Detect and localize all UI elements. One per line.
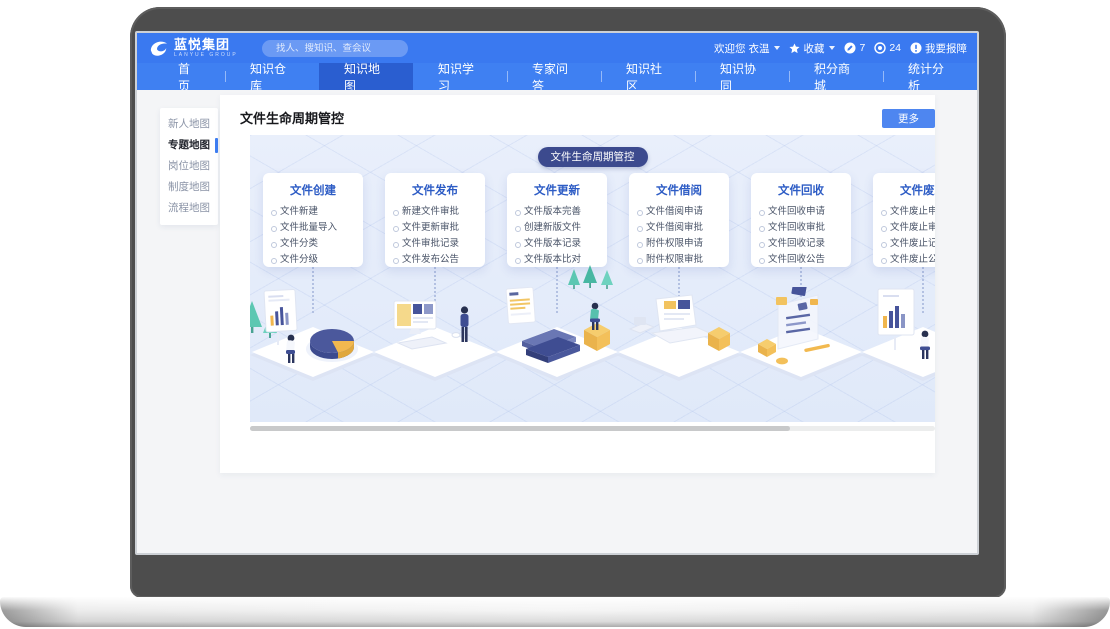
stage-card-link[interactable]: 文件更新审批 — [385, 220, 485, 236]
stage-card-link[interactable]: 文件借阅审批 — [629, 220, 729, 236]
nav-item-knowledge-community[interactable]: 知识社区 — [601, 63, 695, 90]
favorites-label: 收藏 — [803, 41, 824, 56]
nav-item-home[interactable]: 首页 — [153, 63, 225, 90]
views-counter[interactable]: 24 — [874, 42, 901, 54]
stage-card-title: 文件创建 — [263, 182, 363, 198]
pencil-circle-icon — [844, 42, 856, 54]
global-search — [262, 40, 408, 57]
stage-card-link[interactable]: 文件回收记录 — [751, 236, 851, 252]
stage-card-link[interactable]: 文件废止申请 — [873, 204, 935, 220]
stage-card-title: 文件发布 — [385, 182, 485, 198]
nav-item-knowledge-map[interactable]: 知识地图 — [319, 63, 413, 90]
lifecycle-diagram-panel: 文件生命周期管控 文件创建 文件新建 文件批量导入 文件分类 — [250, 135, 935, 422]
sidebar-item-newcomer-map[interactable]: 新人地图 — [160, 114, 218, 135]
laptop-mockup: 蓝悦集团 LANYUE GROUP 欢迎您 衣温 — [0, 0, 1110, 629]
nav-item-knowledge-learning[interactable]: 知识学习 — [413, 63, 507, 90]
stage-card-link[interactable]: 文件回收申请 — [751, 204, 851, 220]
report-issue[interactable]: 我要报障 — [910, 41, 967, 56]
logo: 蓝悦集团 LANYUE GROUP — [148, 38, 238, 59]
page-title: 文件生命周期管控 — [240, 108, 344, 127]
stage-card-link[interactable]: 创建新版文件 — [507, 220, 607, 236]
sidebar-item-process-map[interactable]: 流程地图 — [160, 198, 218, 219]
laptop-base — [0, 597, 1110, 627]
stage-card-link[interactable]: 文件分类 — [263, 236, 363, 252]
stage-card-publish: 文件发布 新建文件审批 文件更新审批 文件审批记录 文件发布公告 — [385, 173, 485, 267]
laptop-screen: 蓝悦集团 LANYUE GROUP 欢迎您 衣温 — [135, 31, 979, 555]
stage-card-title: 文件借阅 — [629, 182, 729, 198]
stage-card-title: 文件更新 — [507, 182, 607, 198]
chevron-down-icon — [774, 46, 780, 50]
app-header: 蓝悦集团 LANYUE GROUP 欢迎您 衣温 — [137, 33, 977, 63]
scrollbar-thumb[interactable] — [250, 426, 790, 431]
search-input[interactable] — [262, 43, 412, 54]
eye-icon — [874, 42, 886, 54]
views-count: 24 — [889, 42, 901, 54]
stage-card-update: 文件更新 文件版本完善 创建新版文件 文件版本记录 文件版本比对 — [507, 173, 607, 267]
stage-card-create: 文件创建 文件新建 文件批量导入 文件分类 文件分级 — [263, 173, 363, 267]
logo-subtitle: LANYUE GROUP — [174, 53, 238, 58]
nav-item-points-mall[interactable]: 积分商城 — [789, 63, 883, 90]
horizontal-scrollbar — [250, 426, 935, 431]
page-body: 新人地图 专题地图 岗位地图 制度地图 流程地图 文件生命周期管控 更多 文件生… — [137, 90, 977, 553]
drafts-counter[interactable]: 7 — [844, 42, 865, 54]
stage-card-link[interactable]: 文件版本完善 — [507, 204, 607, 220]
stage-card-title: 文件废止 — [873, 182, 935, 198]
stage-card-link[interactable]: 文件发布公告 — [385, 252, 485, 268]
illustration-file-borrow — [614, 287, 744, 387]
nav-item-statistics[interactable]: 统计分析 — [883, 63, 977, 90]
person-figure — [461, 306, 469, 342]
report-label: 我要报障 — [925, 41, 967, 56]
welcome-label: 欢迎您 — [714, 41, 746, 56]
map-type-sidebar: 新人地图 专题地图 岗位地图 制度地图 流程地图 — [160, 108, 218, 225]
drafts-count: 7 — [859, 42, 865, 54]
sidebar-item-topic-map[interactable]: 专题地图 — [160, 135, 218, 156]
illustration-file-update — [492, 287, 622, 387]
star-icon — [789, 43, 800, 54]
stage-card-title: 文件回收 — [751, 182, 851, 198]
stage-card-link[interactable]: 文件分级 — [263, 252, 363, 268]
logo-name: 蓝悦集团 — [174, 38, 238, 51]
illustration-file-publish — [370, 287, 500, 387]
nav-item-expert-qa[interactable]: 专家问答 — [507, 63, 601, 90]
nav-item-knowledge-warehouse[interactable]: 知识仓库 — [225, 63, 319, 90]
stage-card-link[interactable]: 文件回收公告 — [751, 252, 851, 268]
stage-card-link[interactable]: 文件版本记录 — [507, 236, 607, 252]
sidebar-item-policy-map[interactable]: 制度地图 — [160, 177, 218, 198]
more-button[interactable]: 更多 — [882, 109, 935, 128]
stage-card-borrow: 文件借阅 文件借阅申请 文件借阅审批 附件权限申请 附件权限审批 — [629, 173, 729, 267]
illustration-file-recycle — [736, 287, 866, 387]
stage-card-link[interactable]: 附件权限申请 — [629, 236, 729, 252]
nav-item-knowledge-collaboration[interactable]: 知识协同 — [695, 63, 789, 90]
stage-card-link[interactable]: 文件废止审批 — [873, 220, 935, 236]
logo-swirl-icon — [148, 38, 169, 59]
stage-card-link[interactable]: 文件批量导入 — [263, 220, 363, 236]
username: 衣温 — [748, 41, 769, 56]
chevron-down-icon — [829, 46, 835, 50]
stage-card-link[interactable]: 文件回收审批 — [751, 220, 851, 236]
stage-card-link[interactable]: 附件权限审批 — [629, 252, 729, 268]
illustration-file-create — [250, 287, 378, 387]
stage-card-abolish: 文件废止 文件废止申请 文件废止审批 文件废止记录 文件废止公告 — [873, 173, 935, 267]
stage-card-link[interactable]: 文件借阅申请 — [629, 204, 729, 220]
illustration-file-abolish — [858, 287, 935, 387]
diagram-badge: 文件生命周期管控 — [538, 147, 648, 167]
sidebar-item-position-map[interactable]: 岗位地图 — [160, 156, 218, 177]
stage-card-link[interactable]: 新建文件审批 — [385, 204, 485, 220]
header-user-area: 欢迎您 衣温 收藏 7 — [714, 33, 967, 63]
stage-card-link[interactable]: 文件审批记录 — [385, 236, 485, 252]
favorites-menu[interactable]: 收藏 — [789, 41, 835, 56]
user-menu[interactable]: 欢迎您 衣温 — [714, 41, 781, 56]
main-nav: 首页 知识仓库 知识地图 知识学习 专家问答 知识社区 知识协同 积分商城 统计… — [137, 63, 977, 90]
stage-card-link[interactable]: 文件废止公告 — [873, 252, 935, 268]
stage-card-link[interactable]: 文件废止记录 — [873, 236, 935, 252]
stage-card-recycle: 文件回收 文件回收申请 文件回收审批 文件回收记录 文件回收公告 — [751, 173, 851, 267]
content-card: 文件生命周期管控 更多 文件生命周期管控 文件创建 文件新建 — [220, 95, 935, 473]
exclamation-circle-icon — [910, 42, 922, 54]
stage-card-link[interactable]: 文件新建 — [263, 204, 363, 220]
